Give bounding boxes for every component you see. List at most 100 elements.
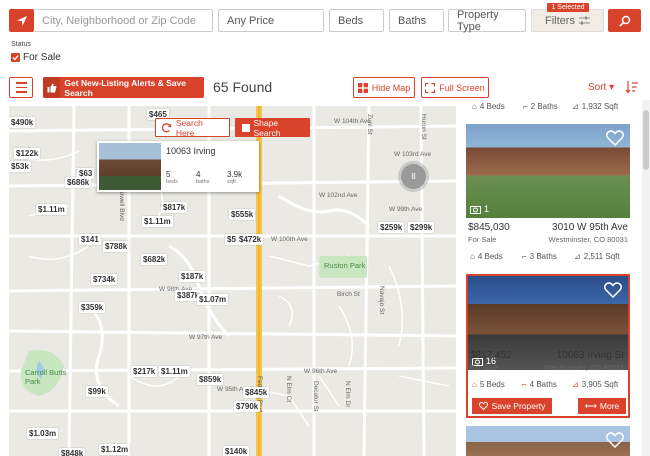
price-marker[interactable]: $734k <box>91 274 118 285</box>
results-toolbar: Get New-Listing Alerts & Save Search 65 … <box>0 76 650 100</box>
map[interactable]: W 104th Ave W 103rd Ave W 102nd Ave W 10… <box>9 106 456 456</box>
price-marker[interactable]: $217k <box>131 366 158 377</box>
search-input[interactable]: City, Neighborhood or Zip Code <box>34 9 213 32</box>
search-here-button[interactable]: Search Here <box>155 118 230 138</box>
full-screen-label: Full Screen <box>439 82 485 93</box>
sort-dropdown[interactable]: Sort ▾ <box>588 82 614 93</box>
bed-icon: ⌂ <box>472 102 477 111</box>
full-screen-button[interactable]: Full Screen <box>421 77 489 98</box>
more-label: More <box>599 401 620 411</box>
price-marker[interactable]: $299k <box>408 222 435 233</box>
street-label: W 97th Ave <box>189 334 223 341</box>
price-marker[interactable]: $99k <box>86 386 108 397</box>
street-label: Birch St <box>337 291 360 298</box>
for-sale-checkbox[interactable]: For Sale <box>11 52 61 63</box>
search-button[interactable] <box>608 9 641 32</box>
street-label: W 100th Ave <box>271 236 308 243</box>
price-marker[interactable]: $122k <box>14 148 41 159</box>
checkbox-checked-icon <box>11 53 20 62</box>
property-thumbnail <box>99 143 161 190</box>
ruler-icon: ⊿ <box>572 380 579 389</box>
location-arrow-button[interactable] <box>9 9 34 32</box>
price-marker[interactable]: $859k <box>197 374 224 385</box>
heart-icon <box>478 402 488 410</box>
listing-card[interactable]: 1 $845,030 3010 W 95th Ave For Sale West… <box>466 124 630 268</box>
bed-icon: ⌂ <box>472 380 477 389</box>
park-label: Carroll Butts Park <box>25 368 67 386</box>
listing-city: Westminster, CO 80031 <box>548 235 628 244</box>
price-marker[interactable]: $1.03m <box>27 428 59 439</box>
listing-alerts-button[interactable]: Get New-Listing Alerts & Save Search <box>43 77 204 98</box>
menu-button[interactable] <box>9 77 33 98</box>
search-bar: City, Neighborhood or Zip Code Any Price… <box>0 0 650 40</box>
results-count: 65 Found <box>213 79 273 95</box>
save-property-button[interactable]: Save Property <box>472 398 552 414</box>
sort-order-icon[interactable] <box>625 80 639 94</box>
price-marker[interactable]: $1.11m <box>159 366 190 377</box>
popup-address: 10063 Irving <box>166 146 216 156</box>
price-marker[interactable]: $682k <box>141 254 168 265</box>
thumbs-up-icon <box>43 77 61 98</box>
expand-icon <box>425 82 436 93</box>
price-marker[interactable]: $1.07m <box>197 294 229 305</box>
property-type-dropdown[interactable]: Property Type <box>448 9 526 33</box>
price-marker[interactable]: $259k <box>378 222 405 233</box>
listing-scrollbar[interactable] <box>642 100 650 456</box>
price-marker[interactable]: $790k <box>234 401 261 412</box>
beds-dropdown[interactable]: Beds <box>329 9 384 32</box>
bath-icon: ⌐ <box>523 102 528 111</box>
price-marker[interactable]: $1.12m <box>99 444 131 455</box>
price-marker[interactable]: $63 <box>77 168 95 179</box>
listing-beds: ⌂ 4 Beds <box>472 102 505 111</box>
listing-baths: ⌐ 2 Baths <box>523 102 558 111</box>
listing-card[interactable] <box>466 426 630 456</box>
street-label: N Elm Ct <box>285 376 292 402</box>
price-marker[interactable]: $848k <box>59 448 86 456</box>
ruler-icon: ⊿ <box>572 102 579 111</box>
map-cluster[interactable]: 8 <box>401 164 426 189</box>
price-marker[interactable]: $1.11m <box>36 204 67 215</box>
price-marker[interactable]: $1.11m <box>142 216 173 227</box>
price-marker[interactable]: $359k <box>79 302 106 313</box>
more-button[interactable]: ⟷ More <box>578 398 626 414</box>
grid-icon <box>357 82 368 93</box>
listing-sqft: ⊿ 2,511 Sqft <box>574 252 620 261</box>
price-marker[interactable]: $472k <box>237 234 264 245</box>
listing-beds: ⌂ 5 Beds <box>472 380 505 389</box>
listing-sqft: ⊿ 1,932 Sqft <box>572 102 619 111</box>
price-marker[interactable]: $187k <box>179 271 206 282</box>
price-marker[interactable]: $140k <box>223 446 250 456</box>
price-marker[interactable]: $845k <box>243 387 270 398</box>
listing-photo[interactable]: 1 <box>466 124 630 218</box>
shape-search-label: Shape Search <box>253 117 281 138</box>
price-marker[interactable]: $5 <box>225 234 238 245</box>
listing-photo[interactable] <box>466 426 630 456</box>
favorite-heart-icon[interactable] <box>606 130 624 146</box>
listing-card-selected[interactable]: 16 $817,452 10063 Irving St For Sale Wes… <box>466 274 630 418</box>
favorite-heart-icon[interactable] <box>604 282 622 298</box>
price-marker[interactable]: $490k <box>9 117 36 128</box>
listing-baths: ⌐ 3 Baths <box>522 252 557 261</box>
bath-icon: ⌐ <box>522 380 527 389</box>
price-marker[interactable]: $141 <box>79 234 101 245</box>
price-marker[interactable]: $555k <box>229 209 256 220</box>
street-label: W 103rd Ave <box>394 151 432 158</box>
hide-map-button[interactable]: Hide Map <box>353 77 415 98</box>
status-label: Status <box>11 41 31 48</box>
price-marker[interactable]: $53k <box>9 161 31 172</box>
filters-button[interactable]: Filters <box>531 9 604 32</box>
price-dropdown[interactable]: Any Price <box>218 9 324 32</box>
price-marker[interactable]: $788k <box>103 241 130 252</box>
bath-icon: ⌐ <box>522 252 527 261</box>
price-marker[interactable]: $817k <box>161 202 188 213</box>
bed-icon: ⌂ <box>470 252 475 261</box>
listing-price: $817,452 <box>470 350 512 361</box>
property-popup[interactable]: 10063 Irving 5 beds 4 baths 3.9k sqft <box>97 141 259 192</box>
favorite-heart-icon[interactable] <box>606 432 624 448</box>
ruler-icon: ⊿ <box>574 252 581 261</box>
baths-dropdown[interactable]: Baths <box>389 9 444 32</box>
street-label: W 99th Ave <box>389 206 423 213</box>
street-label: Zuni St <box>366 114 373 135</box>
shape-search-button[interactable]: Shape Search <box>235 117 310 138</box>
expand-arrows-icon: ⟷ <box>584 400 597 411</box>
